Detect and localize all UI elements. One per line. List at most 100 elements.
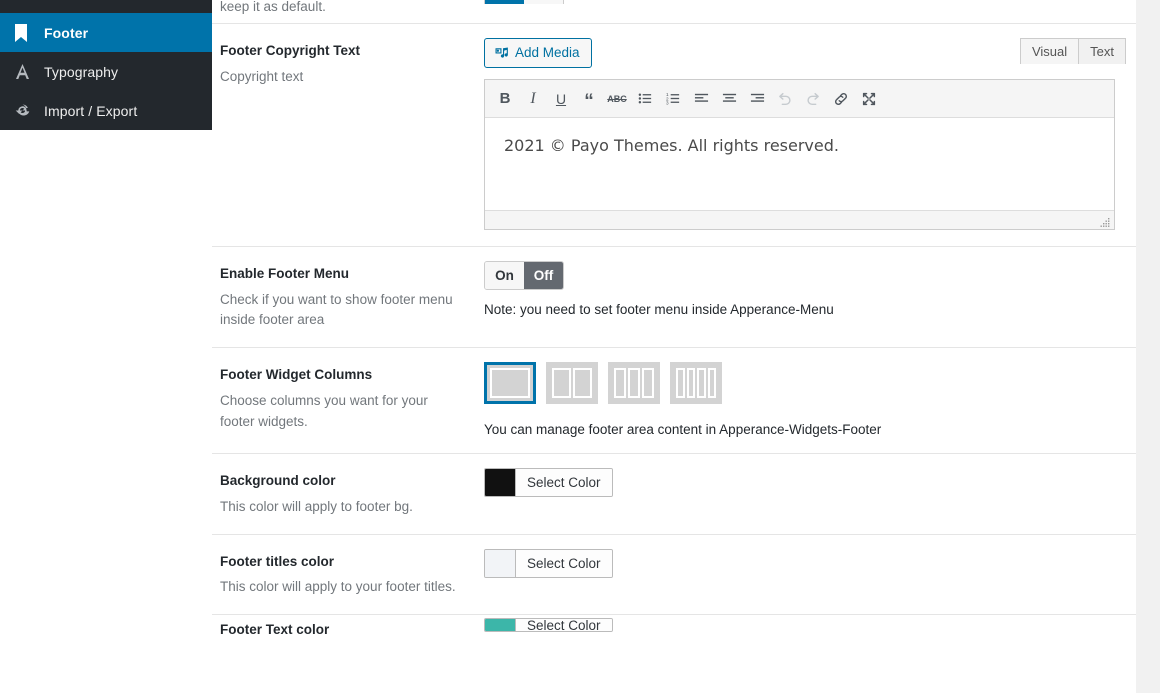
editor-resize-handle[interactable] [1099,215,1111,227]
refresh-icon [14,102,44,119]
media-icon [494,46,509,61]
field-footer-titles-color-right: Select Color [484,535,1136,598]
partial-toggle[interactable] [484,0,564,4]
settings-panel: keep it as default. Footer Copyright Tex… [212,0,1136,693]
tab-visual[interactable]: Visual [1019,38,1080,64]
field-partial-top-desc: keep it as default. [220,0,326,14]
field-background-color-desc: This color will apply to footer bg. [220,498,413,514]
field-footer-text-color-right: Select Color [484,615,1136,652]
field-footer-text-color: Footer Text color Select Color [212,615,1136,637]
numbered-list-icon[interactable]: 123 [660,86,686,112]
column-cell [614,368,626,399]
background-color-select-label: Select Color [516,469,612,497]
field-copyright-left: Footer Copyright Text Copyright text [212,24,484,103]
field-widget-columns-title: Footer Widget Columns [220,367,373,383]
fullscreen-icon[interactable] [856,86,882,112]
blockquote-icon[interactable]: “ [576,86,602,112]
field-footer-titles-color-desc: This color will apply to your footer tit… [220,579,456,595]
partial-toggle-on[interactable] [485,0,524,4]
field-widget-columns-right: You can manage footer area content in Ap… [484,348,1136,453]
column-cell [642,368,654,399]
footer-titles-color-select-label: Select Color [516,549,612,577]
wysiwyg-editor: B I U “ ABC 123 2021 © Payo Themes. All … [484,79,1115,230]
footer-titles-color-swatch [485,549,516,577]
svg-text:3: 3 [666,100,669,105]
column-cell [697,368,706,399]
footer-menu-toggle-off[interactable]: Off [524,262,563,289]
field-widget-columns-left: Footer Widget Columns Choose columns you… [212,348,484,448]
align-left-icon[interactable] [688,86,714,112]
field-footer-titles-color-title: Footer titles color [220,553,335,569]
footer-text-color-swatch [485,619,516,632]
editor-content[interactable]: 2021 © Payo Themes. All rights reserved. [485,118,1114,210]
footer-menu-toggle-on[interactable]: On [485,262,524,289]
add-media-label: Add Media [515,45,580,61]
column-cell [573,368,592,399]
column-cell [552,368,571,399]
field-copyright-title: Footer Copyright Text [220,43,360,58]
sidebar-item-import-export[interactable]: Import / Export [0,91,212,130]
field-footer-copyright-text: Footer Copyright Text Copyright text Add… [212,24,1136,247]
field-background-color-right: Select Color [484,454,1136,517]
field-footer-menu-desc: Check if you want to show footer menu in… [220,291,453,328]
sidebar-item-typography-label: Typography [44,63,119,80]
column-cell [490,368,530,399]
column-option-2[interactable] [546,362,598,405]
editor-header: Add Media Visual Text [484,38,1126,68]
sidebar-item-typography[interactable]: Typography [0,52,212,91]
background-color-swatch [485,469,516,497]
redo-icon[interactable] [800,86,826,112]
background-color-picker[interactable]: Select Color [484,468,613,498]
bookmark-icon [14,23,44,42]
sidebar-item-footer[interactable]: Footer [0,13,212,52]
field-partial-top-right [484,0,1136,4]
align-center-icon[interactable] [716,86,742,112]
bulleted-list-icon[interactable] [632,86,658,112]
link-icon[interactable] [828,86,854,112]
field-footer-titles-color-left: Footer titles color This color will appl… [212,535,484,614]
content-area: keep it as default. Footer Copyright Tex… [212,0,1160,693]
field-copyright-desc: Copyright text [220,68,304,84]
align-right-icon[interactable] [744,86,770,112]
field-background-color: Background color This color will apply t… [212,454,1136,535]
column-cell [676,368,685,399]
footer-menu-note: Note: you need to set footer menu inside… [484,302,834,317]
footer-text-color-select-label: Select Color [516,619,612,632]
bold-icon[interactable]: B [492,86,518,112]
sidebar-item-partial[interactable] [0,0,212,13]
footer-titles-color-picker[interactable]: Select Color [484,548,613,578]
field-copyright-right: Add Media Visual Text B I U “ ABC 1 2 3 … [484,24,1136,246]
sidebar-menu: Footer Typography Import / Export [0,0,212,130]
field-footer-menu-title: Enable Footer Menu [220,266,350,281]
sidebar: Footer Typography Import / Export [0,0,212,693]
typography-icon [14,63,44,80]
customizer-screen: Footer Typography Import / Export keep i… [0,0,1160,693]
column-cell [628,368,640,399]
column-cell [686,368,695,399]
column-option-4[interactable] [670,362,722,405]
footer-text-color-picker[interactable]: Select Color [484,618,613,633]
strikethrough-icon[interactable]: ABC [604,86,630,112]
field-footer-titles-color: Footer titles color This color will appl… [212,535,1136,616]
field-footer-menu-right: On Off Note: you need to set footer menu… [484,247,1136,333]
column-cell [707,368,716,399]
field-widget-columns-desc: Choose columns you want for your footer … [220,392,428,429]
editor-mode-tabs: Visual Text [1019,38,1126,64]
field-enable-footer-menu: Enable Footer Menu Check if you want to … [212,247,1136,349]
field-background-color-title: Background color [220,473,336,489]
tab-text[interactable]: Text [1078,38,1126,64]
column-option-3[interactable] [608,362,660,405]
footer-menu-toggle[interactable]: On Off [484,261,564,290]
add-media-button[interactable]: Add Media [484,38,592,68]
editor-toolbar: B I U “ ABC 123 [485,80,1114,118]
partial-toggle-off[interactable] [524,0,563,4]
editor-statusbar [485,210,1114,229]
column-option-1[interactable] [484,362,536,405]
italic-icon[interactable]: I [520,86,546,112]
sidebar-item-import-export-label: Import / Export [44,102,138,119]
underline-icon[interactable]: U [548,86,574,112]
field-footer-text-color-title: Footer Text color [220,622,330,638]
column-options [484,362,1126,405]
undo-icon[interactable] [772,86,798,112]
sidebar-item-footer-label: Footer [44,24,89,41]
